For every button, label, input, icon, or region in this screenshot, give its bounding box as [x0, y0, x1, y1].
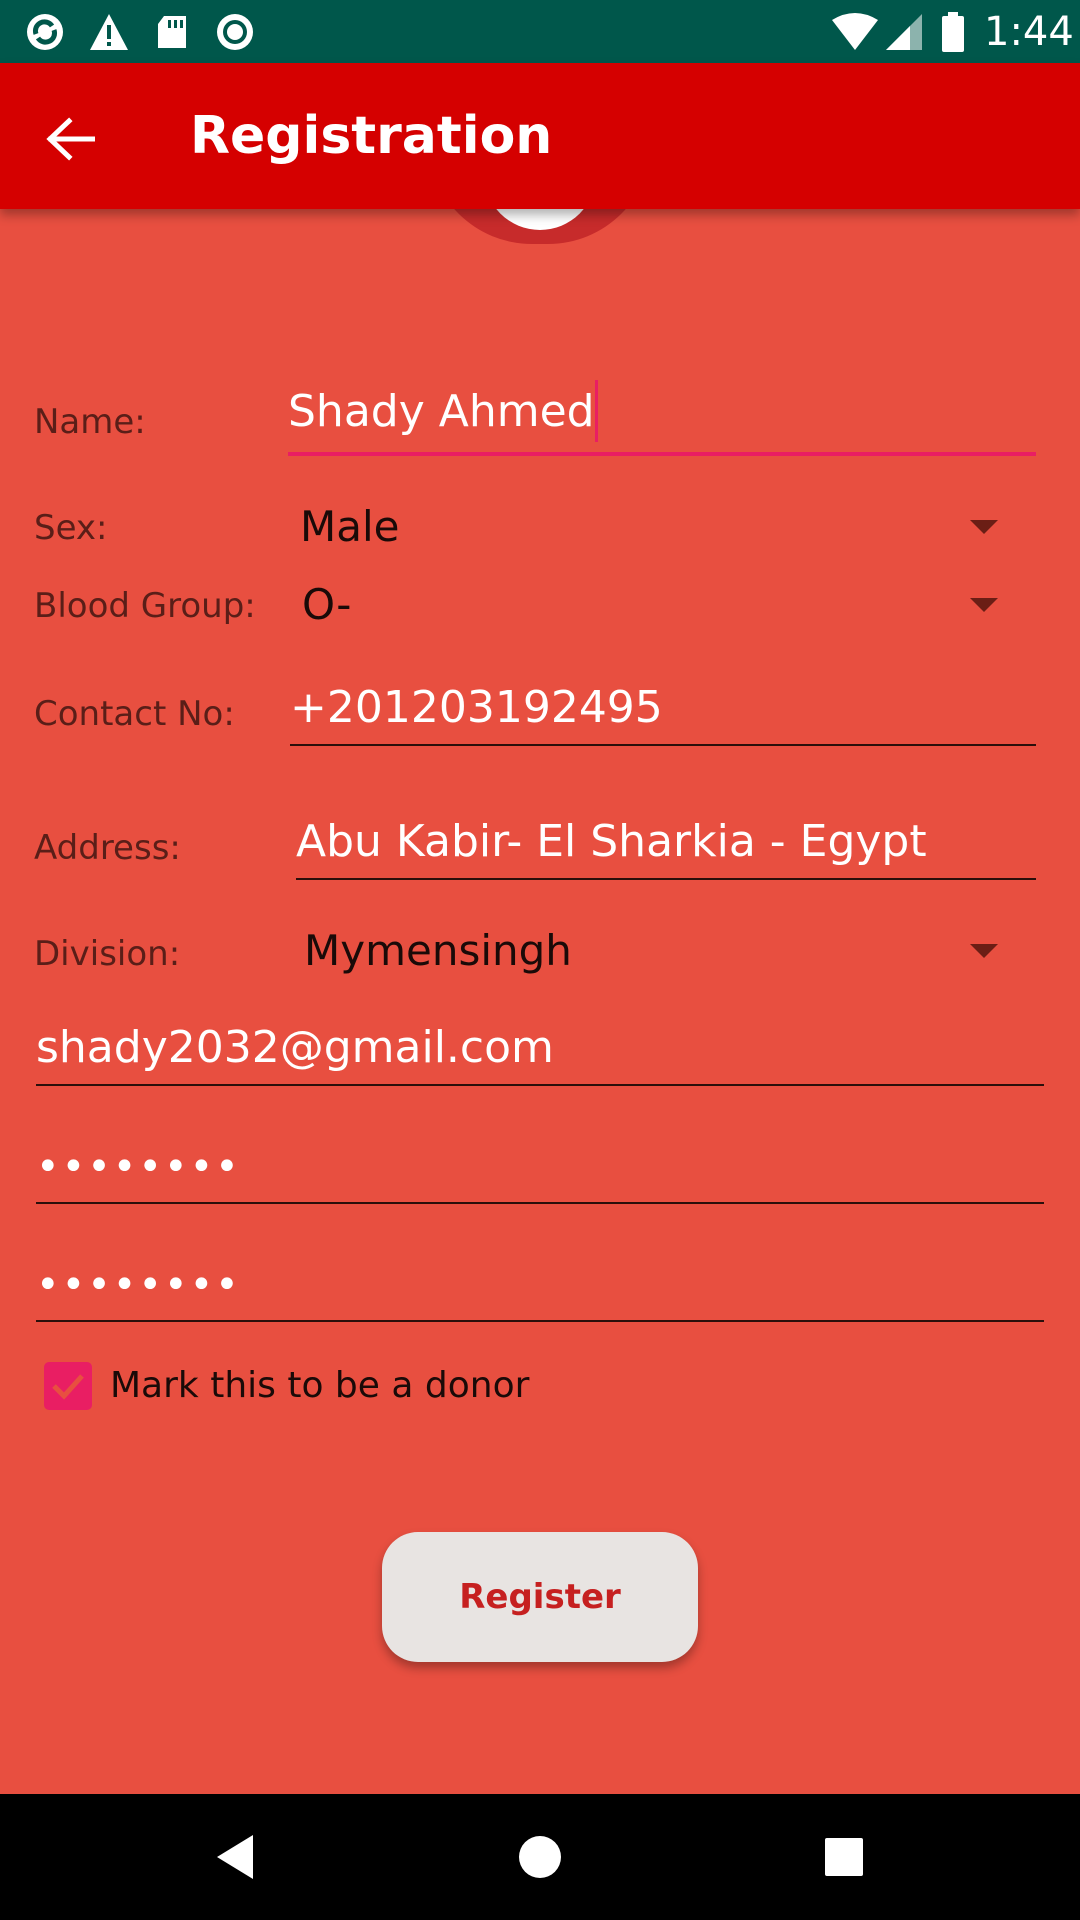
back-triangle-icon[interactable]: [202, 1824, 268, 1890]
password-underline: [36, 1202, 1044, 1204]
status-bar: 1:44: [0, 0, 1080, 63]
app-bar: Registration: [0, 63, 1080, 209]
address-label: Address:: [34, 828, 181, 868]
address-underline: [296, 878, 1036, 880]
arrow-left-icon: [46, 117, 95, 161]
division-label: Division:: [34, 934, 181, 974]
sync-icon: [24, 12, 66, 52]
sex-spinner[interactable]: Male: [300, 500, 1010, 556]
navigation-bar: [0, 1794, 1080, 1920]
contact-field[interactable]: +201203192495: [290, 680, 663, 736]
blood-group-spinner[interactable]: O-: [302, 578, 1010, 634]
recents-square-icon[interactable]: [811, 1824, 877, 1890]
contact-label: Contact No:: [34, 694, 235, 734]
name-input-value: Shady Ahmed: [288, 386, 595, 437]
record-icon: [214, 12, 256, 52]
contact-underline: [290, 744, 1036, 746]
blood-group-label: Blood Group:: [34, 586, 256, 626]
signal-icon: [884, 12, 926, 52]
text-cursor: [594, 380, 598, 442]
donor-checkbox-label[interactable]: Mark this to be a donor: [110, 1362, 529, 1410]
division-spinner[interactable]: Mymensingh: [304, 924, 1010, 980]
name-field[interactable]: Shady Ahmed: [288, 380, 1036, 458]
donor-checkbox[interactable]: [44, 1362, 92, 1410]
chevron-down-icon: [970, 598, 998, 612]
sex-label: Sex:: [34, 508, 108, 548]
chevron-down-icon: [970, 520, 998, 534]
chevron-down-icon: [970, 944, 998, 958]
register-button[interactable]: Register: [382, 1532, 698, 1662]
email-field[interactable]: shady2032@gmail.com: [36, 1020, 554, 1076]
wifi-icon: [830, 12, 880, 52]
warning-icon: [88, 12, 130, 52]
sex-spinner-value: Male: [300, 502, 400, 551]
email-underline: [36, 1084, 1044, 1086]
checkmark-icon: [52, 1374, 84, 1400]
name-label: Name:: [34, 402, 146, 442]
back-button[interactable]: [30, 99, 110, 179]
sd-card-icon: [152, 12, 194, 52]
address-field[interactable]: Abu Kabir- El Sharkia - Egypt: [296, 814, 927, 870]
blood-group-spinner-value: O-: [302, 580, 352, 629]
name-underline: [288, 452, 1036, 456]
home-circle-icon[interactable]: [507, 1824, 573, 1890]
status-time: 1:44: [984, 9, 1074, 55]
confirm-password-field[interactable]: ••••••••: [36, 1260, 241, 1310]
password-field[interactable]: ••••••••: [36, 1142, 241, 1192]
confirm-password-underline: [36, 1320, 1044, 1322]
page-title: Registration: [190, 106, 553, 166]
battery-icon: [940, 12, 966, 52]
division-spinner-value: Mymensingh: [304, 926, 572, 975]
